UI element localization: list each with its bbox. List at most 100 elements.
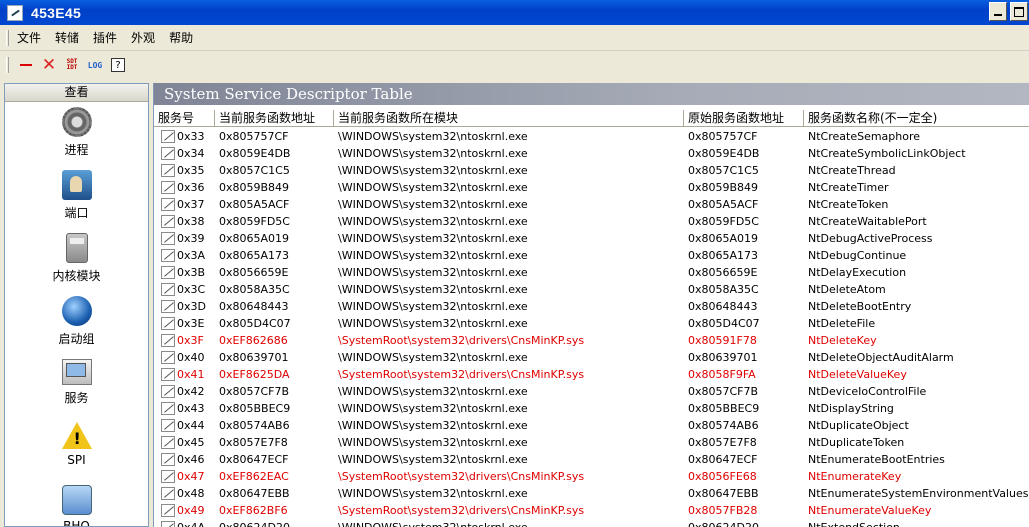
- current-address-cell: 0x8059FD5C: [219, 215, 290, 228]
- table-row[interactable]: 0x3E 0x805D4C07 \WINDOWS\system32\ntoskrnl…: [154, 315, 1029, 332]
- function-name-cell: NtExtendSection: [804, 519, 1029, 527]
- view-sidebar: 查看 进程 端口 内核模块 启动组 服务 SPI BHO: [4, 83, 149, 527]
- service-id: 0x4A: [177, 519, 205, 527]
- service-entry-icon: [161, 470, 175, 483]
- table-row[interactable]: 0x40 0x80639701 \WINDOWS\system32\ntoskrnl…: [154, 349, 1029, 366]
- service-id-cell: 0x3D: [154, 298, 215, 315]
- table-row[interactable]: 0x46 0x80647ECF \WINDOWS\system32\ntoskrnl…: [154, 451, 1029, 468]
- table-row[interactable]: 0x49 0xEF862BF6 \SystemRoot\system32\drive…: [154, 502, 1029, 519]
- original-address-cell: 0x8057FB28: [688, 504, 758, 517]
- table-row[interactable]: 0x3F 0xEF862686 \SystemRoot\system32\drive…: [154, 332, 1029, 349]
- table-row[interactable]: 0x4A 0x80624D20\WINDOWS\system32\ntoskrnl…: [154, 519, 1029, 527]
- function-name-cell: NtDuplicateObject: [808, 419, 909, 432]
- sidebar-item-spi[interactable]: SPI: [5, 417, 148, 480]
- table-row[interactable]: 0x47 0xEF862EAC \SystemRoot\system32\drive…: [154, 468, 1029, 485]
- sidebar-item-service[interactable]: 服务: [5, 354, 148, 417]
- function-name-cell: NtCreateThread: [808, 164, 896, 177]
- service-id: 0x35: [177, 164, 205, 177]
- table-header: 服务号 当前服务函数地址 当前服务函数所在模块 原始服务函数地址 服务函数名称(…: [154, 110, 1029, 127]
- service-id: 0x3A: [177, 249, 206, 262]
- table-row[interactable]: 0x3A 0x8065A173 \WINDOWS\system32\ntoskrnl…: [154, 247, 1029, 264]
- minus-icon: [20, 64, 32, 66]
- module-path-cell: \WINDOWS\system32\ntoskrnl.exe: [338, 181, 528, 194]
- table-row[interactable]: 0x36 0x8059B849 \WINDOWS\system32\ntoskrnl…: [154, 179, 1029, 196]
- table-row[interactable]: 0x33 0x805757CF \WINDOWS\system32\ntoskrnl…: [154, 128, 1029, 145]
- minimize-button[interactable]: [989, 2, 1007, 21]
- original-address-cell: 0x8056FE68: [688, 470, 757, 483]
- sidebar-item-bho[interactable]: BHO: [5, 480, 148, 526]
- sidebar-item-process[interactable]: 进程: [5, 102, 148, 165]
- original-address-cell: 0x80648443: [688, 300, 758, 313]
- menu-plugins[interactable]: 插件: [87, 29, 123, 46]
- sidebar-item-port[interactable]: 端口: [5, 165, 148, 228]
- remove-button[interactable]: [15, 54, 37, 76]
- table-row[interactable]: 0x43 0x805BBEC9 \WINDOWS\system32\ntoskrnl…: [154, 400, 1029, 417]
- service-id: 0x42: [177, 385, 205, 398]
- table-row[interactable]: 0x48 0x80647EBB \WINDOWS\system32\ntoskrnl…: [154, 485, 1029, 502]
- sidebar-item-label: 端口: [64, 206, 89, 220]
- minimize-icon: [994, 14, 1002, 16]
- table-row[interactable]: 0x3C 0x8058A35C \WINDOWS\system32\ntoskrnl…: [154, 281, 1029, 298]
- table-row[interactable]: 0x3B 0x8056659E \WINDOWS\system32\ntoskrnl…: [154, 264, 1029, 281]
- window-controls: [989, 2, 1028, 21]
- column-header-function-name[interactable]: 服务函数名称(不一定全): [804, 110, 1029, 126]
- table-row[interactable]: 0x3D 0x80648443 \WINDOWS\system32\ntoskrnl…: [154, 298, 1029, 315]
- menu-dump[interactable]: 转储: [49, 29, 85, 46]
- panel-title: System Service Descriptor Table: [154, 83, 1029, 105]
- menu-appearance[interactable]: 外观: [125, 29, 161, 46]
- service-id: 0x47: [177, 470, 205, 483]
- window-title: 453E45: [31, 4, 82, 21]
- table-row[interactable]: 0x37 0x805A5ACF \WINDOWS\system32\ntoskrnl…: [154, 196, 1029, 213]
- function-name-cell: NtDelayExecution: [808, 266, 907, 279]
- service-id: 0x43: [177, 402, 205, 415]
- function-name-cell: NtDeleteBootEntry: [808, 300, 912, 313]
- service-entry-icon: [161, 215, 175, 228]
- service-id-cell: 0x38: [154, 213, 215, 230]
- service-entry-icon: [161, 198, 175, 211]
- function-name-cell: NtDuplicateToken: [808, 436, 905, 449]
- sidebar-item-startup[interactable]: 启动组: [5, 291, 148, 354]
- table-row[interactable]: 0x44 0x80574AB6 \WINDOWS\system32\ntoskrnl…: [154, 417, 1029, 434]
- column-header-module[interactable]: 当前服务函数所在模块: [334, 110, 684, 126]
- service-id-cell: 0x35: [154, 162, 215, 179]
- current-address-cell: 0xEF8625DA: [219, 368, 290, 381]
- table-row[interactable]: 0x39 0x8065A019 \WINDOWS\system32\ntoskrnl…: [154, 230, 1029, 247]
- sidebar-item-kernel-module[interactable]: 内核模块: [5, 228, 148, 291]
- service-id: 0x36: [177, 181, 205, 194]
- menu-file[interactable]: 文件: [11, 29, 47, 46]
- table-row[interactable]: 0x45 0x8057E7F8 \WINDOWS\system32\ntoskrnl…: [154, 434, 1029, 451]
- column-header-id[interactable]: 服务号: [154, 110, 215, 126]
- menu-help[interactable]: 帮助: [163, 29, 199, 46]
- table-row[interactable]: 0x34 0x8059E4DB \WINDOWS\system32\ntoskrnl…: [154, 145, 1029, 162]
- service-id-cell: 0x42: [154, 383, 215, 400]
- maximize-button[interactable]: [1010, 2, 1028, 21]
- table-row[interactable]: 0x35 0x8057C1C5 \WINDOWS\system32\ntoskrnl…: [154, 162, 1029, 179]
- service-id-cell: 0x3C: [154, 281, 215, 298]
- toolbar-grip: [6, 57, 9, 73]
- module-path-cell: \WINDOWS\system32\ntoskrnl.exe: [338, 351, 528, 364]
- service-id: 0x34: [177, 147, 205, 160]
- column-header-current-address[interactable]: 当前服务函数地址: [215, 110, 334, 126]
- function-name-cell: NtDeleteKey: [808, 334, 877, 347]
- module-path-cell: \SystemRoot\system32\drivers\CnsMinKP.sy…: [338, 504, 585, 517]
- current-address-cell: 0xEF862686: [219, 334, 288, 347]
- sidebar-item-label: SPI: [67, 453, 86, 467]
- function-name-cell: NtDebugContinue: [808, 249, 907, 262]
- sdt-idt-button[interactable]: SDT IDT: [61, 54, 83, 76]
- service-entry-icon: [161, 164, 175, 177]
- service-id-cell: 0x43: [154, 400, 215, 417]
- service-entry-icon: [161, 368, 175, 381]
- sidebar-item-label: 进程: [64, 143, 89, 157]
- delete-button[interactable]: ✕: [38, 54, 60, 76]
- table-row[interactable]: 0x42 0x8057CF7B \WINDOWS\system32\ntoskrnl…: [154, 383, 1029, 400]
- log-button[interactable]: LOG: [84, 54, 106, 76]
- column-header-original-address[interactable]: 原始服务函数地址: [684, 110, 804, 126]
- help-button[interactable]: ?: [107, 54, 129, 76]
- module-path-cell: \SystemRoot\system32\drivers\CnsMinKP.sy…: [338, 334, 585, 347]
- table-row[interactable]: 0x38 0x8059FD5C \WINDOWS\system32\ntoskrnl…: [154, 213, 1029, 230]
- current-address-cell: 0x8058A35C: [219, 283, 290, 296]
- original-address-cell: 0x805BBEC9: [688, 402, 760, 415]
- current-address-cell: 0x8065A173: [219, 249, 290, 262]
- service-id-cell: 0x37: [154, 196, 215, 213]
- table-row[interactable]: 0x41 0xEF8625DA \SystemRoot\system32\drive…: [154, 366, 1029, 383]
